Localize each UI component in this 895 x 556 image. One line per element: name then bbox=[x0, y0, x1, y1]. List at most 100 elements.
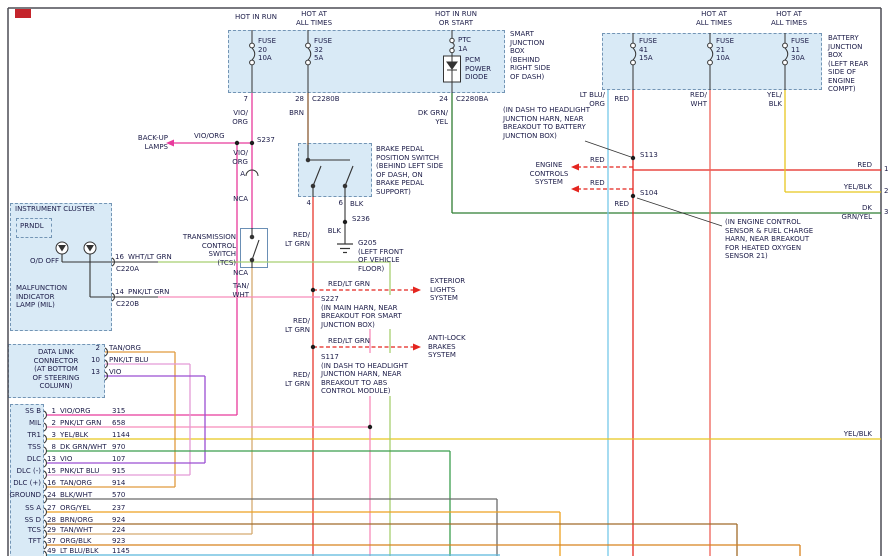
pcm-row-circuit: 570 bbox=[112, 491, 125, 500]
pcm-row-wire: YEL/BLK bbox=[60, 431, 88, 440]
pcm-row-pin: 29 bbox=[47, 526, 56, 535]
backup-wire-label: VIO/ORG bbox=[194, 132, 225, 141]
brake-switch-symbol bbox=[306, 145, 353, 197]
brake-pin-6: 6 bbox=[339, 199, 343, 208]
engine-controls-dest: ENGINE CONTROLS SYSTEM bbox=[530, 161, 569, 187]
nca-label-1: NCA bbox=[233, 195, 248, 204]
pcm-power-diode-label: PCM POWER DIODE bbox=[465, 56, 491, 82]
cluster-lamp-icons bbox=[56, 242, 96, 254]
connector-c2280b: C2280B bbox=[312, 95, 340, 104]
pcm-row-pin: 15 bbox=[47, 467, 56, 476]
pcm-row-label: TSS bbox=[28, 443, 41, 452]
ptc-label: PTC 1A bbox=[458, 36, 471, 53]
edge-pin-1: 1 bbox=[884, 165, 888, 174]
wiring-diagram: HOT IN RUN HOT AT ALL TIMES HOT IN RUN O… bbox=[0, 0, 895, 556]
pcm-row-pin: 16 bbox=[47, 479, 56, 488]
dlc-wire-vio: VIO bbox=[109, 368, 121, 377]
pcm-row-pin: 37 bbox=[47, 537, 56, 546]
pcm-row-wire: DK GRN/WHT bbox=[60, 443, 107, 452]
pcm-row-wire: PNK/LT GRN bbox=[60, 419, 101, 428]
dlc-name: DATA LINK CONNECTOR (AT BOTTOM OF STEERI… bbox=[33, 348, 80, 391]
s104-note: (IN ENGINE CONTROL SENSOR & FUEL CHARGE … bbox=[724, 218, 814, 261]
pcm-row-wire: ORG/BLK bbox=[60, 537, 91, 546]
fuse-32-label: FUSE 32 5A bbox=[314, 37, 332, 63]
engine-red-label-3: RED bbox=[614, 200, 629, 209]
edge-wire-red: RED bbox=[857, 161, 872, 170]
pcm-row-label: SS A bbox=[25, 504, 41, 513]
wire-label-wht-lt-grn: WHT/LT GRN bbox=[128, 253, 172, 262]
pcm-row-label: TR1 bbox=[27, 431, 41, 440]
wire-label-blk-1: BLK bbox=[350, 200, 363, 209]
connector-c220b: C220B bbox=[116, 300, 139, 309]
s227-wire-label: RED/LT GRN bbox=[328, 280, 370, 289]
pcm-row-circuit: 1145 bbox=[112, 547, 130, 556]
dlc-wire-pnk-lt-blu: PNK/LT BLU bbox=[109, 356, 148, 365]
cluster-pin-14: 14 bbox=[115, 288, 124, 297]
splice-s237-label: S237 bbox=[257, 136, 275, 145]
engine-red-label-1: RED bbox=[590, 156, 605, 165]
pcm-row-pin: 2 bbox=[52, 419, 56, 428]
wire-label-vio-org: VIO/ ORG bbox=[232, 109, 248, 126]
instrument-cluster-name: INSTRUMENT CLUSTER bbox=[15, 205, 95, 214]
splice-s236-label: S236 bbox=[352, 215, 370, 224]
s113-note: (IN DASH TO HEADLIGHT JUNCTION HARN, NEA… bbox=[502, 106, 591, 140]
power-label-hot-in-run: HOT IN RUN bbox=[235, 13, 277, 22]
nca-label-2: NCA bbox=[233, 269, 248, 278]
dlc-pin-10: 10 bbox=[91, 356, 100, 365]
fuse-11-label: FUSE 11 30A bbox=[791, 37, 809, 63]
edge-wire-yel-blk: YEL/BLK bbox=[844, 183, 872, 192]
wire-label-red-wht: RED/ WHT bbox=[690, 91, 707, 108]
power-label-hot-at-all-times: HOT AT ALL TIMES bbox=[296, 10, 332, 27]
pcm-row-circuit: 915 bbox=[112, 467, 125, 476]
pcm-row-pin: 8 bbox=[52, 443, 56, 452]
pcm-row-pin: 28 bbox=[47, 516, 56, 525]
pcm-row-label: SS D bbox=[24, 516, 41, 525]
connector-c220a: C220A bbox=[116, 265, 139, 274]
wire-label-red-lt-grn-3: RED/ LT GRN bbox=[285, 371, 310, 388]
sjb-pin-28: 28 bbox=[295, 95, 304, 104]
abs-dest: ANTI-LOCK BRAKES SYSTEM bbox=[428, 334, 466, 360]
edge-pin-3: 3 bbox=[884, 208, 888, 217]
pcm-row-pin: 49 bbox=[47, 547, 56, 556]
pcm-row-wire: BLK/WHT bbox=[60, 491, 92, 500]
engine-red-label-2: RED bbox=[590, 179, 605, 188]
pcm-row-circuit: 237 bbox=[112, 504, 125, 513]
pcm-row-pin: 27 bbox=[47, 504, 56, 513]
power-label-hot-at-all-times-3: HOT AT ALL TIMES bbox=[771, 10, 807, 27]
wire-label-red-top: RED bbox=[614, 95, 629, 104]
page-marker bbox=[15, 9, 31, 18]
pcm-row-pin: 1 bbox=[52, 407, 56, 416]
sjb-pin-7: 7 bbox=[244, 95, 248, 104]
s117-note: S117 (IN DASH TO HEADLIGHT JUNCTION HARN… bbox=[320, 353, 409, 396]
pcm-row-label: DLC (-) bbox=[17, 467, 41, 476]
connector-c2280ba: C2280BA bbox=[456, 95, 488, 104]
power-label-hot-at-all-times-2: HOT AT ALL TIMES bbox=[696, 10, 732, 27]
pcm-row-circuit: 970 bbox=[112, 443, 125, 452]
pcm-row-wire: VIO/ORG bbox=[60, 407, 91, 416]
fuse-21-label: FUSE 21 10A bbox=[716, 37, 734, 63]
backup-lamps-label: BACK-UP LAMPS bbox=[138, 134, 168, 151]
pcm-row-circuit: 315 bbox=[112, 407, 125, 416]
power-label-hot-in-run-or-start: HOT IN RUN OR START bbox=[435, 10, 477, 27]
wire-label-brn: BRN bbox=[289, 109, 304, 118]
splice-s104-label: S104 bbox=[640, 189, 658, 198]
pcm-row-wire: BRN/ORG bbox=[60, 516, 93, 525]
edge-pin-2: 2 bbox=[884, 187, 888, 196]
wire-label-vio-org-2: VIO/ ORG bbox=[232, 149, 248, 166]
battery-junction-box-name: BATTERY JUNCTION BOX (LEFT REAR SIDE OF … bbox=[828, 34, 868, 94]
wire-label-pnk-lt-grn: PNK/LT GRN bbox=[128, 288, 169, 297]
tcs-name: TRANSMISSION CONTROL SWITCH (TCS) bbox=[183, 233, 236, 267]
pcm-row-wire: LT BLU/BLK bbox=[60, 547, 99, 556]
pcm-row-circuit: 923 bbox=[112, 537, 125, 546]
pcm-row-wire: TAN/WHT bbox=[60, 526, 93, 535]
pcm-row-pin: 24 bbox=[47, 491, 56, 500]
pcm-row-circuit: 914 bbox=[112, 479, 125, 488]
wire-label-yel-blk: YEL/ BLK bbox=[767, 91, 782, 108]
pcm-row-label: TCS bbox=[28, 526, 41, 535]
dlc-pin-13: 13 bbox=[91, 368, 100, 377]
pcm-row-circuit: 924 bbox=[112, 516, 125, 525]
exterior-lights-dest: EXTERIOR LIGHTS SYSTEM bbox=[430, 277, 465, 303]
pcm-row-circuit: 224 bbox=[112, 526, 125, 535]
s227-note: S227 (IN MAIN HARN, NEAR BREAKOUT FOR SM… bbox=[320, 295, 403, 329]
od-off-label: O/D OFF bbox=[30, 257, 59, 266]
